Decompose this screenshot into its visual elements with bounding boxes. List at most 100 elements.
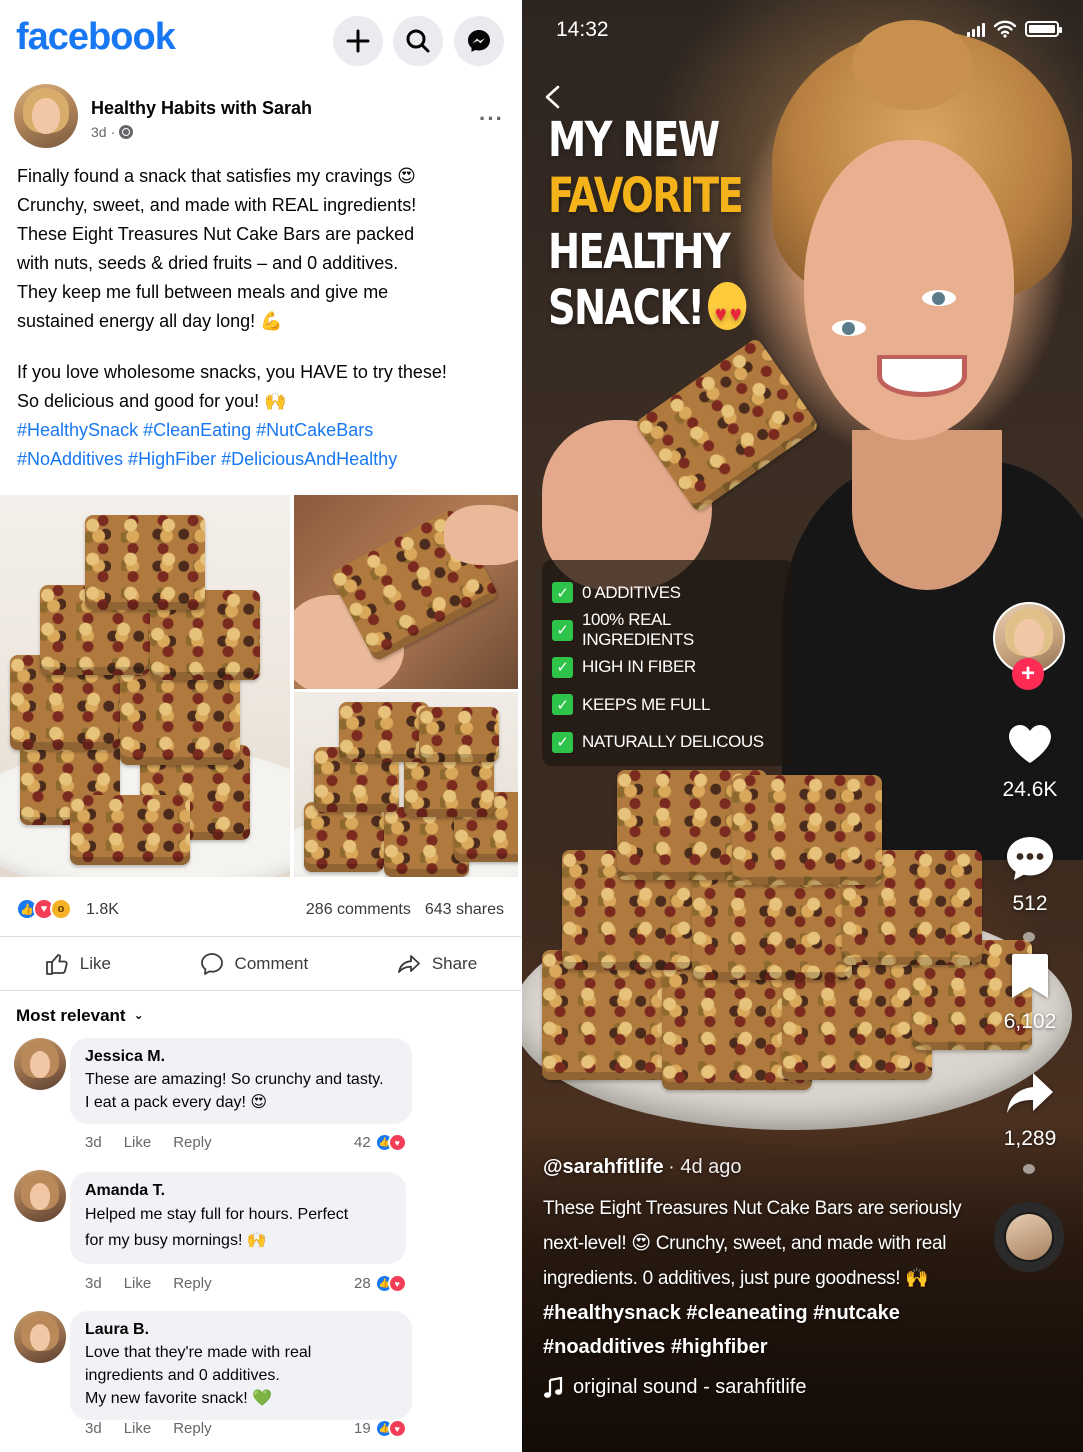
headline-line: HEALTHY: [548, 224, 731, 280]
comment-reply-button[interactable]: Reply: [173, 1420, 211, 1437]
music-disc-icon[interactable]: [994, 1202, 1064, 1272]
comment: Laura B. Love that they're made with rea…: [14, 1311, 434, 1446]
post-author[interactable]: Healthy Habits with Sarah: [91, 98, 312, 119]
messenger-icon: [468, 30, 490, 52]
post-body: Finally found a snack that satisfies my …: [17, 162, 507, 474]
comment-text: Love that they're made with real: [85, 1344, 312, 1361]
love-reaction-icon: ♥: [387, 1419, 407, 1438]
commenter-name[interactable]: Amanda T.: [85, 1180, 390, 1202]
comment-reactions[interactable]: 28 👍 ♥: [354, 1274, 407, 1293]
post-actions: Like Comment Share: [0, 940, 521, 988]
comment: Amanda T. Helped me stay full for hours.…: [14, 1170, 434, 1295]
comments-button[interactable]: 512: [990, 832, 1070, 916]
benefits-checklist: ✓ 0 ADDITIVES ✓ 100% REAL INGREDIENTS ✓ HIG…: [542, 560, 794, 766]
comment-bubble-icon: [1007, 837, 1053, 880]
video-caption: @sarahfitlife · 4d ago These Eight Treas…: [543, 1156, 973, 1399]
checkmark-icon: ✓: [552, 619, 573, 641]
post-text-line: They keep me full between meals and give…: [17, 282, 389, 302]
commenter-avatar[interactable]: [14, 1311, 66, 1363]
plus-icon: [346, 29, 370, 53]
comment-reactions[interactable]: 19 👍 ♥: [354, 1419, 407, 1438]
comment-sort-label: Most relevant: [16, 1006, 126, 1025]
globe-icon: [119, 125, 134, 139]
search-button[interactable]: [393, 16, 443, 66]
messenger-button[interactable]: [454, 16, 504, 66]
headline-line-accent: FAVORITE: [548, 168, 744, 224]
commenter-name[interactable]: Jessica M.: [85, 1046, 396, 1068]
post-meta: 3d ·: [91, 124, 134, 140]
save-count: 6,102: [1003, 1010, 1057, 1033]
more-options-icon[interactable]: ···: [479, 106, 504, 132]
reactions-summary[interactable]: 👍 ♥ o 1.8K 286 comments 643 shares: [16, 896, 506, 924]
checklist-item: ✓ NATURALLY DELICOUS: [552, 724, 784, 761]
hashtag-line[interactable]: #NoAdditives #HighFiber #DeliciousAndHea…: [17, 445, 507, 474]
hashtag-line[interactable]: #HealthySnack #CleanEating #NutCakeBars: [17, 416, 507, 445]
comment-reactions[interactable]: 42 👍 ♥: [354, 1133, 407, 1152]
comment-like-button[interactable]: Like: [124, 1420, 152, 1437]
post-age: · 4d ago: [668, 1156, 742, 1178]
comment-like-button[interactable]: Like: [124, 1275, 152, 1292]
heart-eyes-emoji-icon: [708, 282, 747, 344]
share-video-button[interactable]: 1,289: [990, 1067, 1070, 1151]
divider: [0, 990, 521, 991]
wow-reaction-icon: o: [50, 898, 72, 920]
comment-reaction-count: 28: [354, 1275, 371, 1292]
comment-button[interactable]: Comment: [185, 951, 323, 977]
like-label: Like: [79, 954, 111, 973]
sound-link[interactable]: original sound - sarahfitlife: [543, 1376, 973, 1399]
checklist-item: ✓ KEEPS ME FULL: [552, 686, 784, 723]
comment-time: 3d: [85, 1420, 102, 1437]
comment-reply-button[interactable]: Reply: [173, 1134, 211, 1151]
post-text-line: These Eight Treasures Nut Cake Bars are …: [17, 224, 415, 244]
commenter-name[interactable]: Laura B.: [85, 1319, 396, 1341]
post-text-line: with nuts, seeds & dried fruits – and 0 …: [17, 253, 399, 273]
creator-username[interactable]: @sarahfitlife: [543, 1156, 664, 1178]
comment-time: 3d: [85, 1275, 102, 1292]
author-avatar[interactable]: [14, 84, 78, 148]
share-arrow-icon: [1007, 1073, 1053, 1113]
comment-text: I eat a pack every day! 😍: [85, 1094, 268, 1111]
heart-icon: [1009, 725, 1051, 763]
post-photo-stack[interactable]: [294, 692, 518, 877]
facebook-logo[interactable]: facebook: [16, 16, 176, 59]
comment-bubble: Jessica M. These are amazing! So crunchy…: [70, 1038, 412, 1124]
comment-time: 3d: [85, 1134, 102, 1151]
comment-icon: [200, 953, 223, 975]
video-headline: MY NEW FAVORITE HEALTHY SNACK!: [548, 112, 747, 344]
headline-line: SNACK!: [548, 280, 705, 336]
like-button[interactable]: Like: [30, 951, 125, 977]
share-count[interactable]: 643 shares: [425, 901, 504, 919]
music-note-icon: [544, 1376, 563, 1398]
comment-text: These are amazing! So crunchy and tasty.: [85, 1071, 384, 1088]
comment-like-button[interactable]: Like: [124, 1134, 152, 1151]
share-button[interactable]: Share: [382, 951, 491, 977]
facebook-post-screen: facebook Healthy Habits with Sarah 3d · …: [0, 0, 521, 1452]
facebook-header: facebook: [0, 0, 521, 80]
tiktok-video-screen[interactable]: 14:32 MY NEW FAVORITE HEALTHY SNACK! ✓0 …: [522, 0, 1083, 1452]
post-photo-hand[interactable]: [294, 495, 518, 689]
follow-button[interactable]: +: [1012, 658, 1044, 690]
reaction-count[interactable]: 1.8K: [86, 901, 119, 919]
post-header: Healthy Habits with Sarah 3d · ···: [14, 84, 510, 150]
post-time[interactable]: 3d: [91, 124, 107, 140]
like-video-button[interactable]: 24.6K: [990, 718, 1070, 802]
create-button[interactable]: [333, 16, 383, 66]
commenter-avatar[interactable]: [14, 1038, 66, 1090]
post-text-line: Crunchy, sweet, and made with REAL ingre…: [17, 195, 417, 215]
search-icon: [406, 29, 430, 53]
caption-hashtags[interactable]: #noadditives #highfiber: [543, 1330, 973, 1364]
comment-count[interactable]: 286 comments: [306, 901, 411, 919]
back-chevron-icon[interactable]: [542, 84, 564, 110]
checkmark-icon: ✓: [552, 656, 573, 678]
post-photo-main[interactable]: [0, 495, 290, 877]
comment: Jessica M. These are amazing! So crunchy…: [14, 1038, 434, 1158]
love-reaction-icon: ♥: [387, 1133, 407, 1152]
checklist-item: ✓ 0 ADDITIVES: [552, 574, 784, 611]
save-button[interactable]: 6,102: [990, 950, 1070, 1034]
commenter-avatar[interactable]: [14, 1170, 66, 1222]
comment-sort-dropdown[interactable]: Most relevant ⌄: [16, 1006, 144, 1026]
comment-reply-button[interactable]: Reply: [173, 1275, 211, 1292]
checkmark-icon: ✓: [552, 582, 573, 604]
post-text-line: So delicious and good for you! 🙌: [17, 391, 287, 411]
caption-hashtags[interactable]: #healthysnack #cleaneating #nutcake: [543, 1296, 973, 1330]
